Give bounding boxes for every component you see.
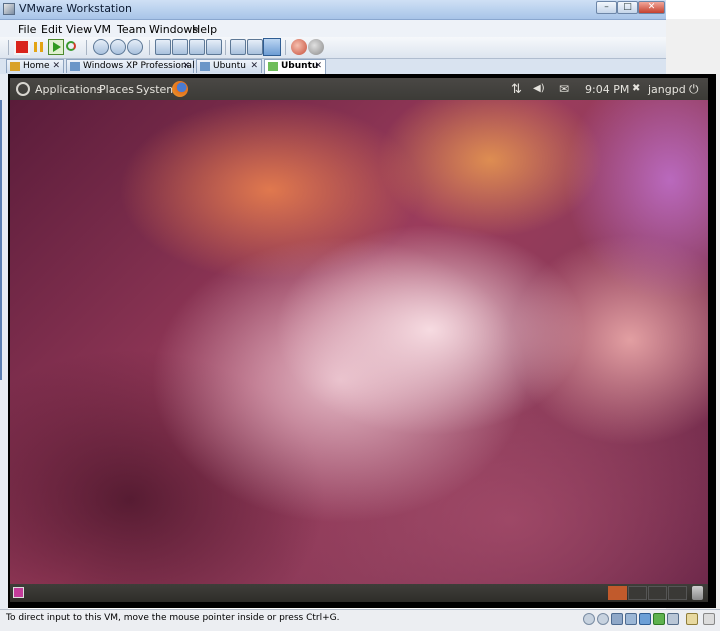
tab-close-icon[interactable]: ✕: [182, 60, 190, 73]
toolbar-separator: [149, 40, 150, 55]
left-frame-stripe: [0, 100, 2, 380]
toolbar-separator: [225, 40, 226, 55]
sidebar-toggle-icon[interactable]: [155, 39, 171, 55]
ubuntu-logo-icon[interactable]: [16, 82, 30, 96]
suspend-icon[interactable]: [31, 39, 47, 55]
status-message: To direct input to this VM, move the mou…: [6, 613, 340, 623]
snapshot-icon[interactable]: [93, 39, 109, 55]
resize-grip-icon[interactable]: [703, 613, 715, 625]
menu-help[interactable]: Help: [192, 23, 217, 36]
maximize-button[interactable]: □: [617, 1, 638, 14]
message-log-icon[interactable]: [686, 613, 698, 625]
minimize-button[interactable]: –: [596, 1, 617, 14]
show-all-icon[interactable]: [308, 39, 324, 55]
full-screen-icon[interactable]: [189, 39, 205, 55]
vmware-app-icon: [3, 3, 15, 15]
power-off-icon[interactable]: [14, 39, 30, 55]
close-button[interactable]: ✕: [638, 1, 665, 14]
usb-icon[interactable]: [639, 613, 651, 625]
user-status-icon[interactable]: ✖: [632, 83, 640, 94]
console-view-icon[interactable]: [263, 38, 281, 56]
gnome-bottom-panel: [10, 584, 708, 602]
summary-view-icon[interactable]: [230, 39, 246, 55]
tab-close-icon[interactable]: ✕: [250, 60, 258, 73]
workspace-1[interactable]: [608, 586, 627, 600]
vm-running-icon: [268, 62, 278, 71]
tab-close-icon[interactable]: ✕: [52, 60, 60, 73]
cd-drive-icon[interactable]: [583, 613, 595, 625]
power-on-icon[interactable]: [48, 39, 64, 55]
firefox-icon[interactable]: [172, 81, 188, 97]
toolbar-grip: [8, 40, 9, 55]
clock[interactable]: 9:04 PM: [585, 83, 629, 96]
user-menu[interactable]: jangpd: [648, 83, 686, 96]
sound-card-icon[interactable]: [653, 613, 665, 625]
tab-close-icon[interactable]: ✕: [314, 60, 322, 73]
appliance-view-icon[interactable]: [247, 39, 263, 55]
snapshot-manager-icon[interactable]: [127, 39, 143, 55]
toolbar-separator: [86, 40, 87, 55]
workspace-2[interactable]: [628, 586, 647, 600]
show-desktop-icon[interactable]: [13, 587, 24, 598]
menu-view[interactable]: View: [66, 23, 92, 36]
quick-switch-icon[interactable]: [172, 39, 188, 55]
reset-icon[interactable]: [64, 39, 80, 55]
tab-ubuntu-1[interactable]: Ubuntu ✕: [196, 59, 262, 73]
menu-windows[interactable]: Windows: [149, 23, 198, 36]
power-icon[interactable]: ⏻: [689, 82, 699, 97]
menu-edit[interactable]: Edit: [41, 23, 62, 36]
floppy-icon[interactable]: [611, 613, 623, 625]
toolbar-separator: [285, 40, 286, 55]
network-icon[interactable]: ⇅: [511, 82, 522, 97]
menu-file[interactable]: File: [18, 23, 36, 36]
places-menu[interactable]: Places: [99, 83, 134, 96]
home-icon: [10, 62, 20, 71]
printer-icon[interactable]: [667, 613, 679, 625]
volume-icon[interactable]: ◀): [533, 83, 545, 94]
vm-icon: [70, 62, 80, 71]
trash-icon[interactable]: [692, 586, 703, 600]
cd-drive-2-icon[interactable]: [597, 613, 609, 625]
network-adapter-icon[interactable]: [625, 613, 637, 625]
mail-icon[interactable]: ✉: [559, 82, 569, 96]
capture-movie-icon[interactable]: [291, 39, 307, 55]
vm-icon: [200, 62, 210, 71]
system-menu[interactable]: System: [136, 83, 177, 96]
menu-vm[interactable]: VM: [94, 23, 111, 36]
window-title: VMware Workstation: [19, 2, 133, 15]
tab-home[interactable]: Home ✕: [6, 59, 64, 73]
workspace-3[interactable]: [648, 586, 667, 600]
tab-ubuntu-2[interactable]: Ubuntu ✕: [264, 59, 326, 74]
workspace-4[interactable]: [668, 586, 687, 600]
applications-menu[interactable]: Applications: [35, 83, 102, 96]
menu-team[interactable]: Team: [117, 23, 146, 36]
tab-windows-xp[interactable]: Windows XP Professional ✕: [66, 59, 195, 73]
unity-icon[interactable]: [206, 39, 222, 55]
desktop-wallpaper[interactable]: [10, 100, 708, 584]
revert-snapshot-icon[interactable]: [110, 39, 126, 55]
